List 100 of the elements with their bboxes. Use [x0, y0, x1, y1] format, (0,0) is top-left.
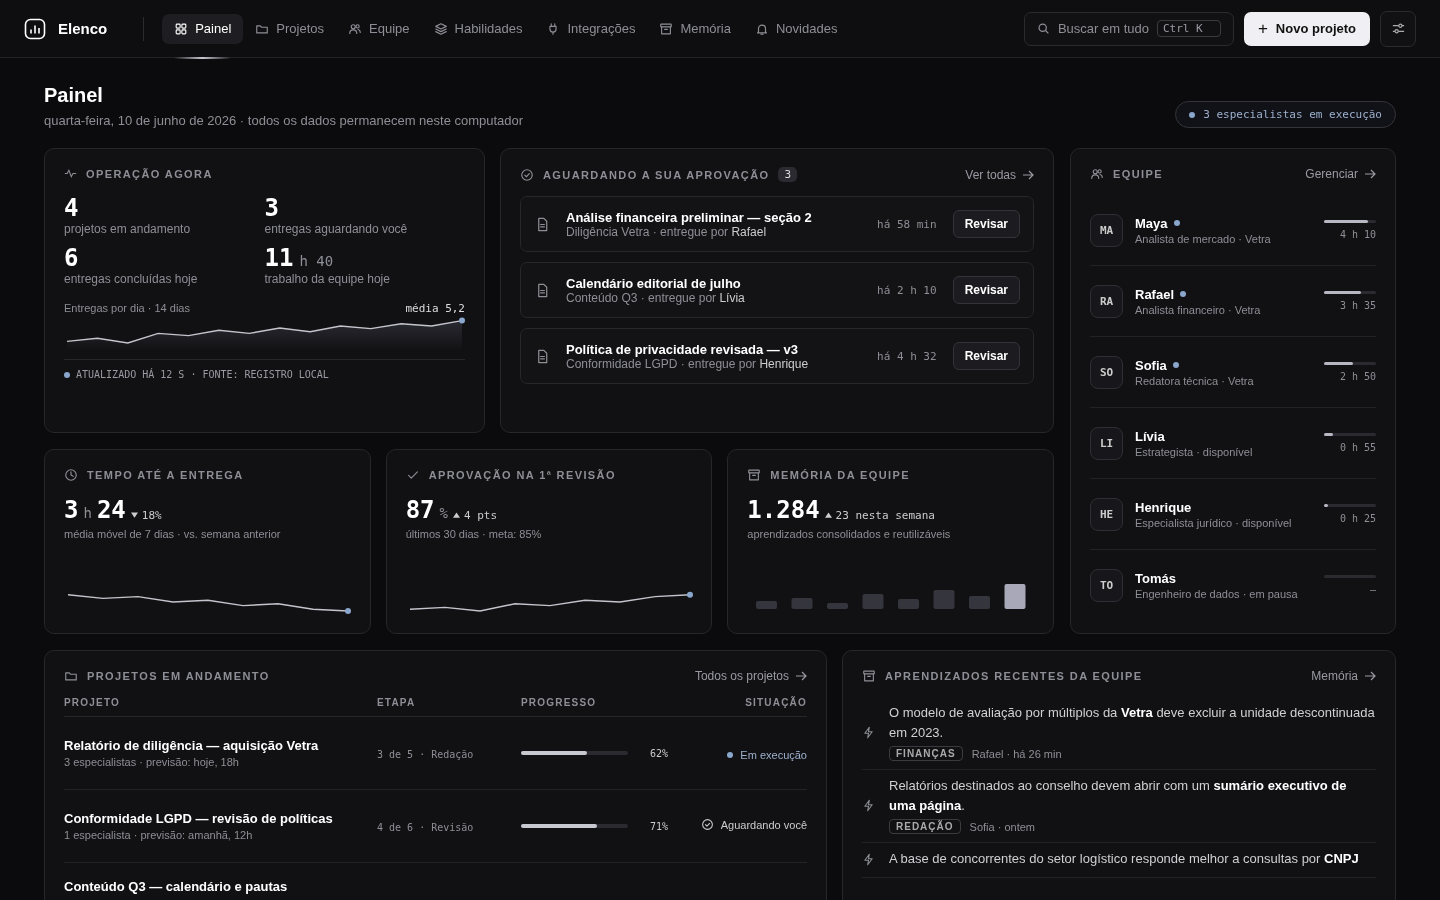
avatar: MA	[1090, 213, 1123, 247]
column-header: SITUAÇÃO	[687, 697, 807, 717]
nav-tab[interactable]: Equipe	[336, 13, 422, 44]
approval-title: Calendário editorial de julho	[566, 275, 742, 291]
document-icon	[535, 216, 550, 232]
project-meta: 1 especialista · previsão: amanhã, 12h	[64, 829, 254, 841]
brand-name: Elenco	[58, 20, 108, 37]
nav-tab[interactable]: Novidades	[742, 13, 850, 44]
arrow-right-icon	[1364, 168, 1376, 180]
metric-caption: média móvel de 7 dias · vs. semana anterior	[64, 528, 282, 540]
project-name: Conteúdo Q3 — calendário e pautas	[64, 879, 289, 894]
approval-item[interactable]: Política de privacidade revisada — v3 Conformidade LGPD · entregue por Henrique há 4 h 32 Revisar	[520, 328, 1034, 384]
lightning-icon	[862, 852, 875, 866]
member-name: Sofia	[1135, 357, 1167, 373]
learning-text: A base de concorrentes do setor logístico responde melhor a consultas por CNPJ	[889, 850, 1359, 868]
shortcut-hint: Ctrl K	[1156, 20, 1221, 37]
people-icon	[1090, 167, 1104, 181]
project-stage: 3 de 5 · Redação	[377, 748, 474, 760]
member-role: Especialista jurídico · disponível	[1135, 516, 1293, 529]
check-circle-icon	[520, 167, 534, 182]
approval-meta: Conteúdo Q3 · entregue por Lívia	[566, 290, 746, 305]
card-title: AGUARDANDO A SUA APROVAÇÃO	[543, 168, 770, 181]
stat-label: entregas concluídas hoje	[64, 272, 199, 286]
metric-caption: aprendizados consolidados e reutilizáveis	[747, 528, 952, 540]
progress-percent: 62%	[650, 747, 669, 759]
layers-icon	[433, 21, 448, 36]
workload-time: 2 h 50	[1339, 371, 1376, 382]
approval-item[interactable]: Análise financeira preliminar — seção 2 Diligência Vetra · entregue por Rafael há 58 min Revisar	[520, 196, 1034, 252]
workload-time: 0 h 25	[1339, 513, 1376, 524]
pulse-icon	[64, 167, 77, 180]
avatar: LI	[1090, 426, 1123, 460]
member-name: Tomás	[1135, 570, 1176, 586]
nav-tab[interactable]: Memória	[647, 13, 743, 44]
check-circle-icon	[700, 818, 714, 831]
archive-icon	[659, 21, 674, 36]
search-icon	[1036, 22, 1050, 35]
folder-icon	[64, 669, 78, 683]
update-note: ATUALIZADO HÁ 12 S · FONTE: REGISTRO LOCAL	[76, 369, 329, 380]
nav-tab[interactable]: Projetos	[243, 13, 337, 44]
stat-value: 6	[64, 244, 80, 272]
review-button[interactable]: Revisar	[952, 342, 1020, 370]
member-name: Rafael	[1135, 286, 1175, 302]
review-button[interactable]: Revisar	[952, 276, 1020, 304]
member-role: Engenheiro de dados · em pausa	[1135, 587, 1299, 600]
manage-link[interactable]: Gerenciar	[1305, 167, 1376, 181]
logo-icon	[24, 17, 46, 40]
archive-icon	[747, 468, 762, 482]
card-title: OPERAÇÃO AGORA	[86, 167, 213, 180]
lightning-icon	[862, 725, 875, 739]
avatar: TO	[1090, 568, 1123, 602]
approval-item[interactable]: Calendário editorial de julho Conteúdo Q3 · entregue por Lívia há 2 h 10 Revisar	[520, 262, 1034, 318]
column-header: ETAPA	[377, 697, 521, 717]
live-dot	[64, 371, 70, 378]
bell-icon	[754, 21, 769, 36]
metric-caption: últimos 30 dias · meta: 85%	[405, 528, 543, 540]
member-name: Lívia	[1135, 428, 1165, 444]
member-role: Analista de mercado · Vetra	[1135, 232, 1272, 245]
project-meta: 3 especialistas · previsão: hoje, 18h	[64, 756, 240, 768]
card-title: TEMPO ATÉ A ENTREGA	[87, 469, 244, 481]
new-project-button[interactable]: + Novo projeto	[1243, 11, 1370, 46]
memory-link[interactable]: Memória	[1311, 669, 1376, 683]
settings-button[interactable]	[1380, 10, 1416, 47]
page-title: Painel	[44, 84, 104, 107]
chart-label: Entregas por dia · 14 dias	[64, 302, 190, 315]
approval-time: há 2 h 10	[877, 283, 937, 297]
arrow-right-icon	[795, 670, 807, 682]
workload-time: 0 h 55	[1339, 442, 1376, 453]
approval-meta: Diligência Vetra · entregue por Rafael	[566, 224, 767, 239]
search-placeholder: Buscar em tudo	[1057, 21, 1149, 36]
workload-bar	[1324, 362, 1376, 365]
status-pill: 3 especialistas em execução	[1175, 101, 1396, 128]
page-subtitle: quarta-feira, 10 de junho de 2026 · todos os dados permanecem neste computador	[44, 113, 524, 128]
arrow-right-icon	[1022, 168, 1034, 181]
learning-meta: Sofia · ontem	[969, 820, 1035, 833]
approval-meta: Conformidade LGPD · entregue por Henrique	[566, 356, 810, 371]
metric-value: 87 % 4 pts	[405, 496, 499, 524]
grid-icon	[174, 21, 189, 36]
arrow-right-icon	[1364, 670, 1376, 682]
stat-value: 3	[264, 194, 280, 222]
column-header: PROGRESSO	[521, 697, 688, 717]
status-label: Em execução	[727, 748, 807, 761]
approval-time: há 58 min	[877, 217, 937, 231]
nav-tab[interactable]: Integrações	[534, 13, 648, 44]
project-name: Conformidade LGPD — revisão de políticas	[64, 811, 334, 826]
nav-tab[interactable]: Habilidades	[421, 13, 535, 44]
clock-icon	[64, 468, 78, 482]
people-icon	[348, 21, 363, 36]
see-all-link[interactable]: Ver todas	[965, 167, 1034, 182]
all-projects-link[interactable]: Todos os projetos	[694, 669, 807, 683]
approval-title: Análise financeira preliminar — seção 2	[566, 209, 813, 225]
count-badge: 3	[778, 167, 798, 182]
workload-time: 3 h 35	[1339, 300, 1376, 311]
review-button[interactable]: Revisar	[952, 210, 1020, 238]
check-icon	[405, 468, 420, 482]
member-role: Analista financeiro · Vetra	[1135, 303, 1262, 316]
approval-title: Política de privacidade revisada — v3	[566, 341, 799, 357]
stat-value: 4	[64, 194, 80, 222]
document-icon	[535, 282, 550, 298]
search-field[interactable]: Buscar em tudo Ctrl K	[1023, 11, 1234, 46]
approval-time: há 4 h 32	[877, 349, 937, 363]
